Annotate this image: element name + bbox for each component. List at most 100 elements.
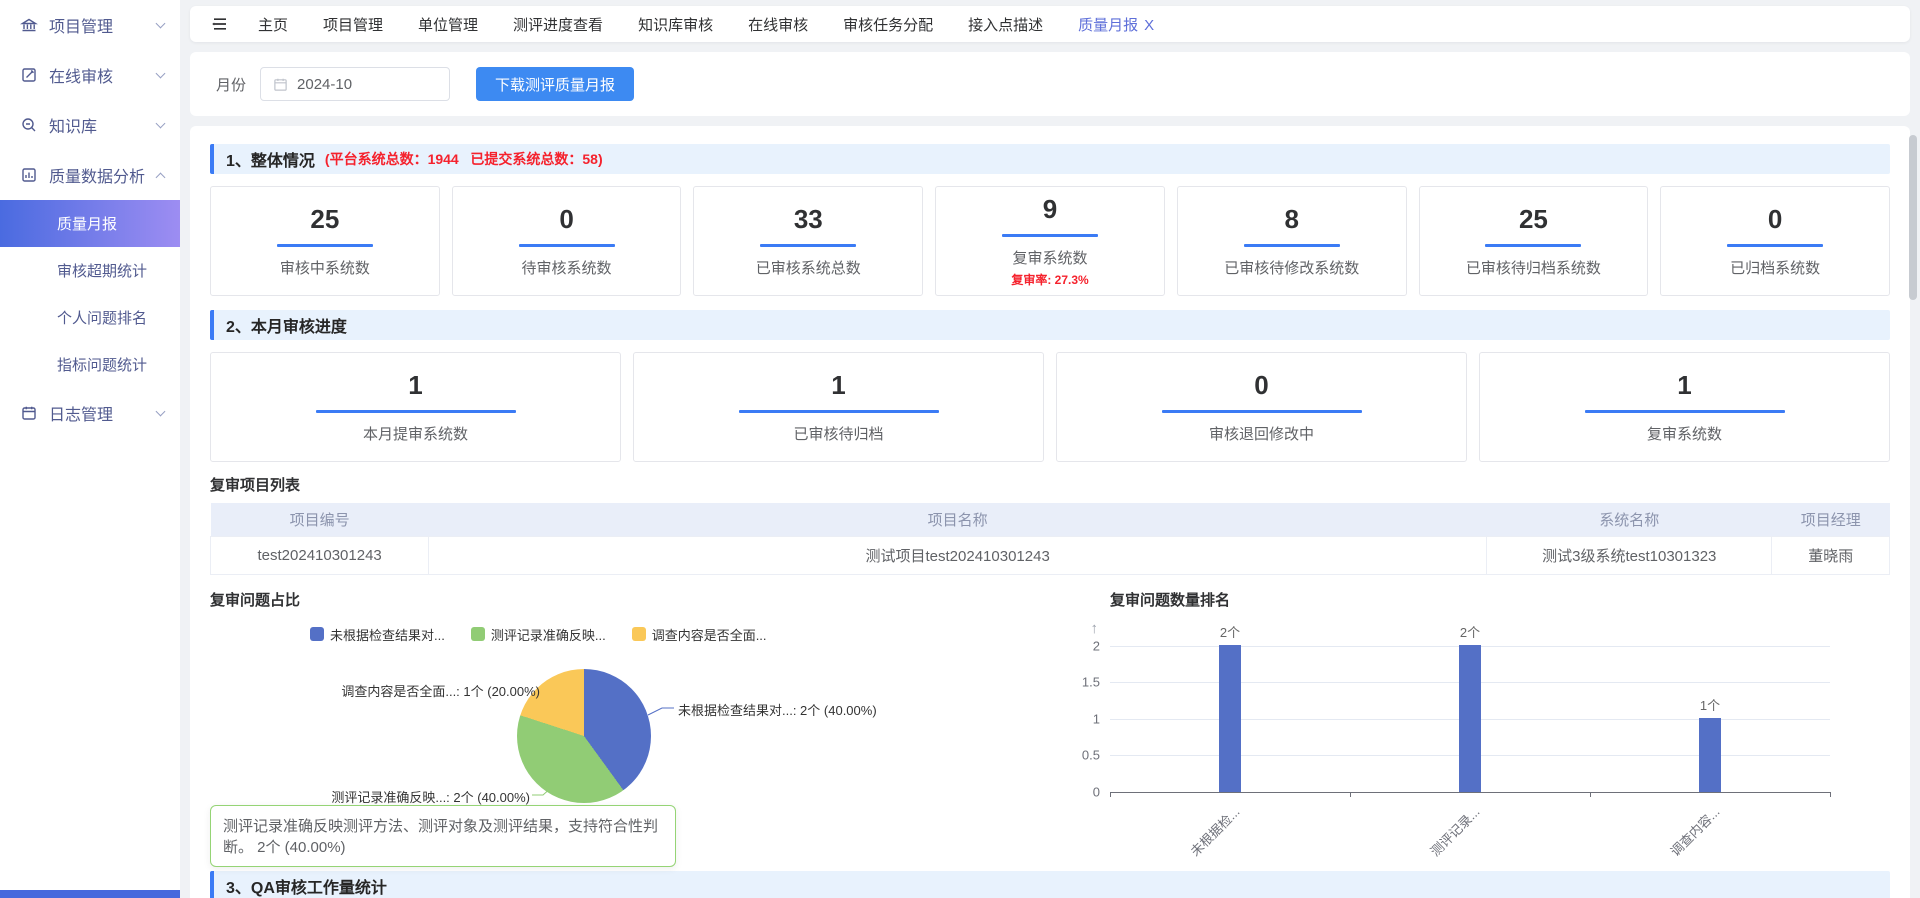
legend-swatch (632, 627, 646, 641)
tab-close-icon[interactable]: X (1144, 17, 1154, 34)
bar-record[interactable]: 2个 (1459, 645, 1481, 792)
stat-card-pending: 0 待审核系统数 (452, 186, 682, 296)
month-stat-row: 1 本月提审系统数 1 已审核待归档 0 审核退回修改中 1 复审系统数 (210, 352, 1890, 462)
table-header-row: 项目编号 项目名称 系统名称 项目经理 (211, 503, 1890, 536)
stat-underline (519, 244, 615, 247)
tab-quality-monthly-report[interactable]: 质量月报X (1078, 14, 1154, 35)
tab-home[interactable]: 主页 (258, 14, 288, 35)
bar-plot-area: ↑ 2 1.5 1 0.5 0 2个 2个 (1110, 646, 1830, 793)
sidebar-subitem-label: 审核超期统计 (57, 260, 147, 281)
section-title: 3、QA审核工作量统计 (226, 874, 387, 898)
stat-label: 本月提审系统数 (363, 423, 468, 444)
menu-fold-icon[interactable] (210, 14, 230, 34)
bar-value-label: 1个 (1700, 695, 1720, 714)
bar-not-based[interactable]: 2个 (1219, 645, 1241, 792)
pie-chart-title: 复审问题占比 (210, 589, 990, 610)
stat-label: 审核中系统数 (280, 257, 370, 278)
sidebar-item-project-mgmt[interactable]: 项目管理 (0, 0, 180, 50)
cell-project-name: 测试项目test202410301243 (429, 536, 1487, 574)
log-icon (20, 404, 38, 422)
sidebar-item-quality-analysis[interactable]: 质量数据分析 (0, 150, 180, 200)
col-header-project-manager: 项目经理 (1772, 503, 1890, 536)
sidebar-item-label: 知识库 (49, 113, 97, 137)
pie-callout-record: 测评记录准确反映...: 2个 (40.00%) (331, 787, 530, 806)
tab-progress-view[interactable]: 测评进度查看 (513, 14, 603, 35)
stat-value: 33 (794, 204, 823, 235)
sidebar-item-label: 在线审核 (49, 63, 113, 87)
legend-item[interactable]: 调查内容是否全面... (632, 625, 767, 644)
stat-underline (1727, 244, 1823, 247)
bank-icon (20, 16, 38, 34)
stat-label: 待审核系统数 (522, 257, 612, 278)
x-axis-tick (1590, 792, 1591, 797)
stat-label: 已审核待修改系统数 (1224, 257, 1359, 278)
tab-unit-mgmt[interactable]: 单位管理 (418, 14, 478, 35)
y-tick-label: 1.5 (1082, 675, 1100, 690)
section-note: (平台系统总数：1944 已提交系统总数：58) (325, 149, 603, 169)
vertical-scrollbar-thumb[interactable] (1909, 135, 1917, 300)
sidebar-subitem-indicator-issue-stats[interactable]: 指标问题统计 (0, 341, 180, 388)
tab-access-point[interactable]: 接入点描述 (968, 14, 1043, 35)
stat-card-reviewing: 25 审核中系统数 (210, 186, 440, 296)
stat-underline (1585, 410, 1785, 413)
x-category-label: 调查内容... (1666, 802, 1724, 860)
sidebar-bottom-strip (0, 890, 180, 898)
calendar-icon (273, 77, 288, 92)
sidebar: 项目管理 在线审核 知识库 质量数据分析 质量月报 审核超期统计 个人问题排名 … (0, 0, 180, 898)
pie-chart: 复审问题占比 未根据检查结果对... 测评记录准确反映... 调查内容是否全面.… (210, 589, 990, 861)
cell-project-id: test202410301243 (211, 536, 429, 574)
stat-label: 已审核待归档 (793, 423, 883, 444)
legend-item[interactable]: 测评记录准确反映... (471, 625, 606, 644)
y-tick-label: 1 (1093, 711, 1100, 726)
stat-underline (1485, 244, 1581, 247)
x-axis-tick (1110, 792, 1111, 797)
re-review-rate-note: 复审率: 27.3% (1011, 271, 1088, 288)
stat-label: 复审系统数 (1647, 423, 1722, 444)
stat-underline (1002, 234, 1098, 237)
bar-survey[interactable]: 1个 (1699, 718, 1721, 792)
x-category-label: 测评记录... (1426, 802, 1484, 860)
chevron-up-icon (156, 172, 166, 182)
stat-card-month-submitted: 1 本月提审系统数 (210, 352, 621, 462)
tab-task-assign[interactable]: 审核任务分配 (843, 14, 933, 35)
stat-label: 审核退回修改中 (1209, 423, 1314, 444)
month-value: 2024-10 (297, 76, 352, 93)
sidebar-subitem-label: 质量月报 (57, 213, 117, 234)
pie-legend: 未根据检查结果对... 测评记录准确反映... 调查内容是否全面... (310, 625, 767, 644)
chart-icon (20, 166, 38, 184)
sidebar-item-knowledge-base[interactable]: 知识库 (0, 100, 180, 150)
sidebar-subitem-overdue-stats[interactable]: 审核超期统计 (0, 247, 180, 294)
stat-label: 已归档系统数 (1730, 257, 1820, 278)
sidebar-subitem-personal-issue-rank[interactable]: 个人问题排名 (0, 294, 180, 341)
stat-card-archived: 0 已归档系统数 (1660, 186, 1890, 296)
sidebar-item-online-review[interactable]: 在线审核 (0, 50, 180, 100)
stat-value: 9 (1043, 194, 1057, 225)
chevron-down-icon (156, 18, 166, 28)
tab-knowledge-review[interactable]: 知识库审核 (638, 14, 713, 35)
month-picker-input[interactable]: 2024-10 (260, 67, 450, 101)
stat-value: 0 (1768, 204, 1782, 235)
tab-project-mgmt[interactable]: 项目管理 (323, 14, 383, 35)
section-header-overview: 1、整体情况 (平台系统总数：1944 已提交系统总数：58) (210, 144, 1890, 174)
review-table-title: 复审项目列表 (210, 474, 1890, 495)
stat-value: 25 (1519, 204, 1548, 235)
stat-underline (1162, 410, 1362, 413)
pie-callout-not-based: 未根据检查结果对...: 2个 (40.00%) (678, 700, 877, 719)
sidebar-subitem-quality-monthly-report[interactable]: 质量月报 (0, 200, 180, 247)
stat-value: 8 (1284, 204, 1298, 235)
main-area: 主页 项目管理 单位管理 测评进度查看 知识库审核 在线审核 审核任务分配 接入… (180, 0, 1920, 898)
y-tick-label: 2 (1093, 638, 1100, 653)
stat-card-month-re-review: 1 复审系统数 (1479, 352, 1890, 462)
sidebar-subitem-label: 个人问题排名 (57, 307, 147, 328)
legend-label: 未根据检查结果对... (330, 625, 445, 644)
sidebar-item-label: 项目管理 (49, 13, 113, 37)
legend-item[interactable]: 未根据检查结果对... (310, 625, 445, 644)
y-tick-label: 0 (1093, 784, 1100, 799)
bar-value-label: 2个 (1220, 622, 1240, 641)
stat-value: 0 (1254, 370, 1268, 401)
bar-chart-title: 复审问题数量排名 (1110, 589, 1890, 610)
sidebar-item-log-mgmt[interactable]: 日志管理 (0, 388, 180, 438)
stat-value: 25 (310, 204, 339, 235)
download-report-button[interactable]: 下载测评质量月报 (476, 67, 634, 101)
tab-online-review[interactable]: 在线审核 (748, 14, 808, 35)
